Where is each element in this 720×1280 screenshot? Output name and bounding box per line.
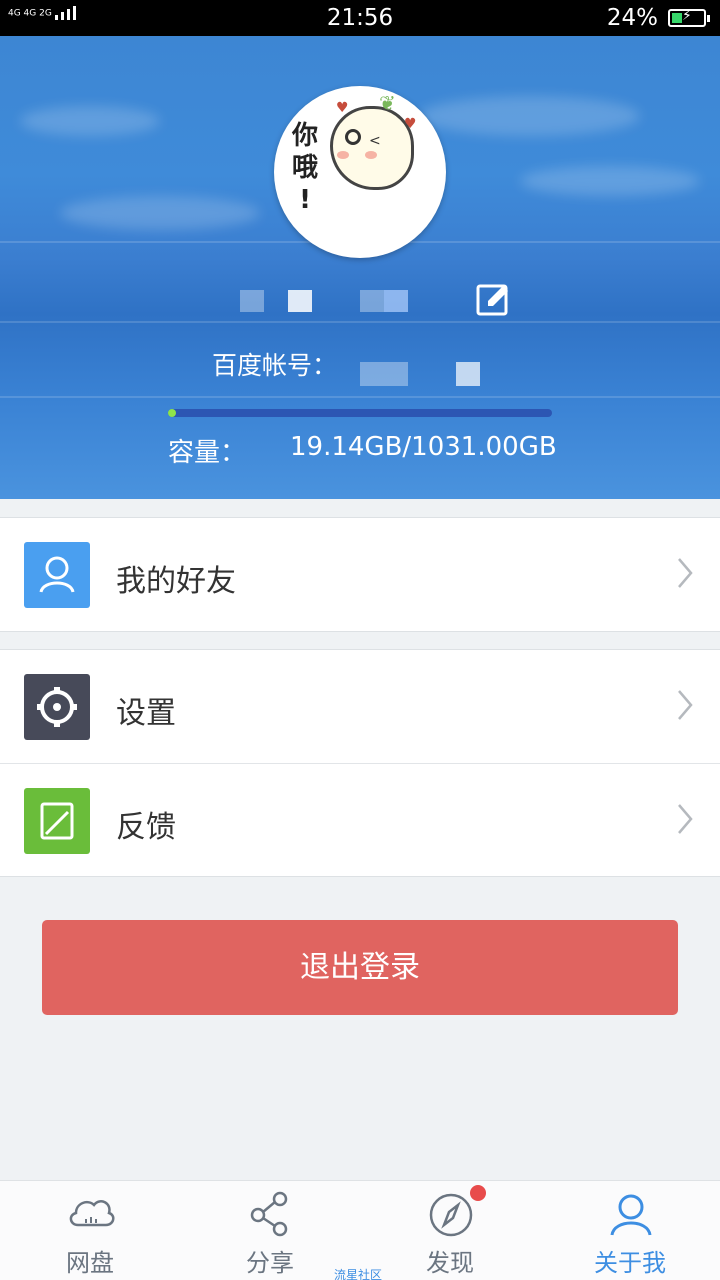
cheek-icon: [337, 151, 349, 159]
person-icon: [610, 1194, 652, 1236]
avatar-sticker-text: 你哦!: [291, 121, 318, 215]
tab-label: 分享: [246, 1249, 294, 1277]
chevron-right-icon: [678, 558, 693, 588]
cheek-icon: [365, 151, 377, 159]
sky-cloud: [60, 196, 260, 230]
share-icon: [250, 1191, 288, 1237]
menu-item-label: 反馈: [116, 810, 176, 845]
sky-cloud: [20, 106, 160, 136]
account-redacted: [360, 362, 700, 396]
menu-item-settings[interactable]: 设置: [0, 650, 720, 763]
battery-percent: 24%: [606, 5, 658, 31]
sprout-icon: ❦: [379, 91, 396, 115]
friends-group: 我的好友: [0, 517, 720, 632]
logout-button[interactable]: 退出登录: [42, 920, 678, 1015]
settings-group: 设置 反馈: [0, 649, 720, 877]
watermark: 流星社区: [334, 1268, 383, 1280]
storage-progress-bar: [168, 409, 552, 417]
heart-icon: ♥: [336, 100, 349, 116]
feedback-icon: [24, 788, 90, 854]
tab-label: 网盘: [66, 1249, 114, 1277]
friends-icon: [24, 542, 90, 608]
bottom-tab-bar: 网盘 分享 发现 关于我: [0, 1180, 720, 1280]
heart-icon: ♥: [404, 116, 417, 132]
wave-line: [0, 396, 720, 398]
battery-icon: ⚡: [668, 8, 710, 27]
tab-discover[interactable]: 发现: [360, 1181, 540, 1280]
avatar-face-icon: ❦ <: [330, 91, 414, 190]
notification-badge: [470, 1185, 486, 1201]
menu-item-label: 我的好友: [116, 564, 236, 599]
sky-cloud: [520, 166, 700, 196]
chevron-right-icon: [678, 804, 693, 834]
storage-progress-fill: [168, 409, 176, 417]
settings-icon: [24, 674, 90, 740]
tab-share[interactable]: 分享: [180, 1181, 360, 1280]
menu-item-label: 设置: [116, 696, 176, 731]
menu-item-friends[interactable]: 我的好友: [0, 518, 720, 631]
wink-icon: <: [369, 133, 381, 149]
capacity-value: 19.14GB/1031.00GB: [290, 432, 557, 462]
wave-line: [0, 321, 720, 323]
menu-item-feedback[interactable]: 反馈: [0, 763, 720, 876]
tab-netdisk[interactable]: 网盘: [0, 1181, 180, 1280]
status-bar: 4G 4G 2G 21:56 24% ⚡: [0, 0, 720, 36]
chevron-right-icon: [678, 690, 693, 720]
tab-label: 关于我: [594, 1249, 666, 1277]
tab-label: 发现: [426, 1249, 474, 1277]
eye-icon: [345, 129, 361, 145]
cloud-icon: [69, 1200, 115, 1227]
compass-icon: [429, 1193, 473, 1237]
profile-header: 你哦! ❦ < ♥ ♥ 百度帐号： 容量： 19.14GB/1031.00GB: [0, 36, 720, 499]
tab-about-me[interactable]: 关于我: [540, 1181, 720, 1280]
capacity-label: 容量：: [168, 438, 247, 468]
edit-icon[interactable]: [476, 282, 510, 316]
account-label: 百度帐号：: [212, 351, 338, 380]
avatar[interactable]: 你哦! ❦ < ♥ ♥: [274, 86, 446, 258]
sky-cloud: [420, 96, 640, 136]
